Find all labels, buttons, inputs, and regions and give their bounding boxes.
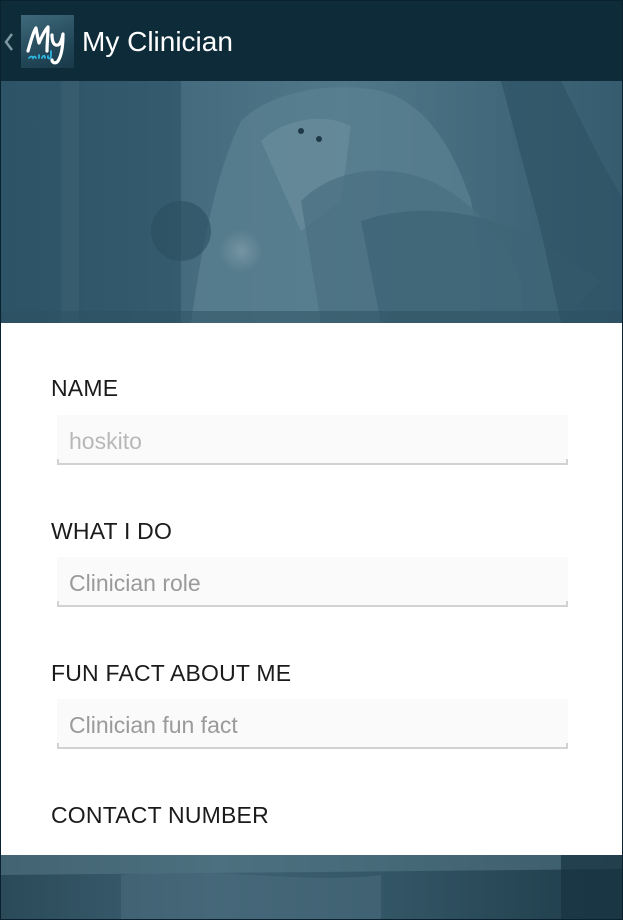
- page-title: My Clinician: [82, 26, 233, 57]
- fun-fact-label: FUN FACT ABOUT ME: [51, 660, 292, 686]
- fun-fact-field[interactable]: [57, 699, 568, 749]
- chevron-left-icon[interactable]: [4, 32, 14, 52]
- fun-fact-underline: [57, 743, 568, 749]
- screen: My Clinician NAME hoskito WHAT I DO Clin…: [0, 0, 623, 920]
- contact-number-label: CONTACT NUMBER: [51, 802, 269, 828]
- my-mind-logo-icon[interactable]: [21, 15, 74, 68]
- what-i-do-label: WHAT I DO: [51, 518, 173, 544]
- name-underline: [57, 459, 568, 465]
- fun-fact-input[interactable]: [69, 710, 549, 740]
- action-bar: My Clinician: [1, 1, 622, 81]
- what-i-do-field[interactable]: [57, 557, 568, 607]
- name-input[interactable]: [69, 426, 549, 456]
- footer-image: [1, 855, 622, 919]
- clinician-form: NAME WHAT I DO FUN FACT ABOUT ME CONTACT…: [1, 323, 622, 855]
- what-i-do-input[interactable]: [69, 568, 549, 598]
- what-i-do-underline: [57, 601, 568, 607]
- name-label: NAME: [51, 375, 119, 401]
- name-field[interactable]: [57, 415, 568, 465]
- hero-image: [1, 81, 622, 323]
